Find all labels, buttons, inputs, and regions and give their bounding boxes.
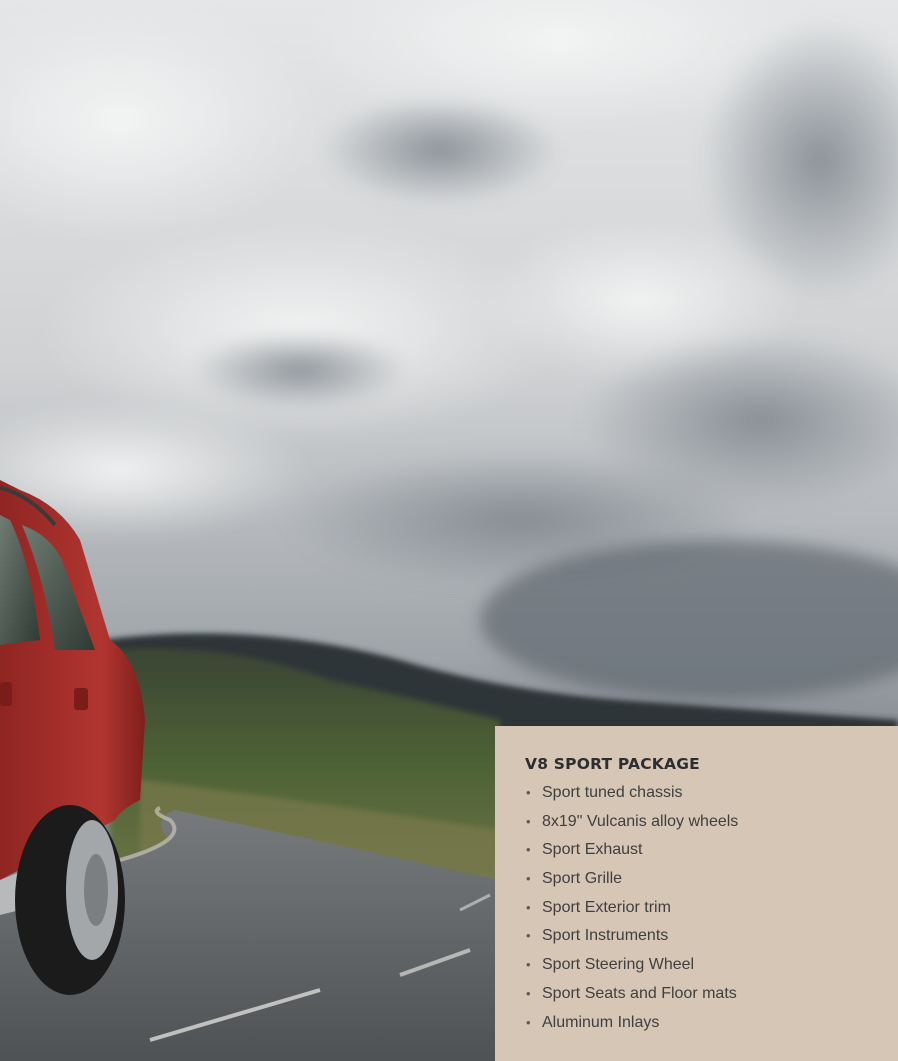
feature-item: • Sport Seats and Floor mats <box>525 980 878 1009</box>
feature-item: • Sport tuned chassis <box>525 779 878 808</box>
feature-item: • Sport Steering Wheel <box>525 951 878 980</box>
brochure-page: V8 SPORT PACKAGE • Sport tuned chassis • 8… <box>0 0 898 1061</box>
feature-label: Sport Steering Wheel <box>542 956 695 974</box>
bullet-icon: • <box>526 842 531 858</box>
bullet-icon: • <box>526 871 531 887</box>
bullet-icon: • <box>526 813 531 829</box>
feature-item: • Sport Grille <box>525 865 878 894</box>
feature-label: Sport Seats and Floor mats <box>542 984 737 1002</box>
feature-label: Sport tuned chassis <box>542 784 683 801</box>
feature-item: • 8x19" Vulcanis alloy wheels <box>525 808 878 837</box>
feature-label: Sport Exterior trim <box>542 898 671 916</box>
bullet-icon: • <box>526 957 531 973</box>
bullet-icon: • <box>526 1014 531 1030</box>
feature-item: • Sport Instruments <box>525 922 878 951</box>
bullet-icon: • <box>526 899 531 915</box>
bullet-icon: • <box>526 928 531 944</box>
bullet-icon: • <box>526 985 531 1001</box>
bullet-icon: • <box>526 785 531 800</box>
feature-item: • Sport Exterior trim <box>525 894 878 923</box>
feature-label: Sport Grille <box>542 870 623 888</box>
feature-label: 8x19" Vulcanis alloy wheels <box>542 812 739 830</box>
feature-label: Sport Instruments <box>542 927 669 945</box>
feature-label: Aluminum Inlays <box>542 1013 660 1031</box>
feature-item: • Aluminum Inlays <box>525 1009 878 1038</box>
feature-label: Sport Exhaust <box>542 841 643 859</box>
feature-item: • Sport Exhaust <box>525 836 878 865</box>
package-info-panel: V8 SPORT PACKAGE • Sport tuned chassis • 8… <box>495 726 898 1061</box>
feature-list: • Sport tuned chassis • 8x19" Vulcanis all… <box>525 779 878 1037</box>
package-title: V8 SPORT PACKAGE <box>525 755 700 773</box>
